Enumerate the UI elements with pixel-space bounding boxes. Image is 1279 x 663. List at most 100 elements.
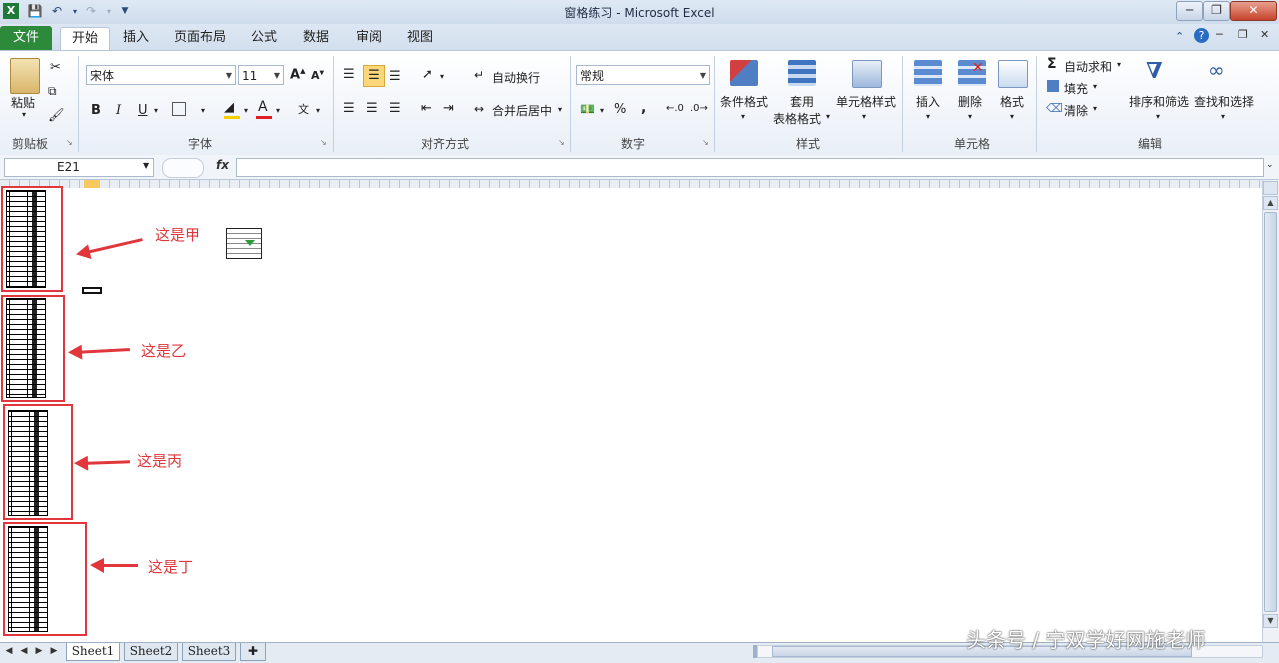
doc-close-icon[interactable]: ✕: [1260, 28, 1269, 41]
paste-dropdown-icon[interactable]: ▾: [22, 110, 26, 119]
align-top-icon[interactable]: ☰: [343, 67, 355, 82]
tab-view[interactable]: 视图: [400, 27, 440, 49]
borders-dropdown-icon[interactable]: ▾: [201, 106, 205, 115]
align-center-icon[interactable]: ☰: [366, 101, 378, 116]
increase-decimal-icon[interactable]: ←.0: [666, 103, 684, 114]
percent-button[interactable]: %: [614, 102, 626, 117]
borders-icon[interactable]: [172, 102, 186, 116]
insert-dropdown-icon[interactable]: ▾: [926, 112, 930, 121]
insert-function-icon[interactable]: fx: [216, 158, 229, 172]
tab-data[interactable]: 数据: [296, 27, 336, 49]
selected-column-header[interactable]: [84, 180, 100, 188]
italic-button[interactable]: I: [116, 103, 121, 118]
align-left-icon[interactable]: ☰: [343, 101, 355, 116]
decrease-decimal-icon[interactable]: .0→: [690, 103, 708, 114]
split-box-icon[interactable]: [1263, 181, 1278, 195]
sort-filter-icon[interactable]: ∇: [1146, 58, 1163, 84]
sheet-tab-sheet3[interactable]: Sheet3: [182, 643, 236, 661]
number-launcher-icon[interactable]: ↘: [702, 138, 709, 147]
small-table-object[interactable]: [226, 228, 262, 259]
name-box[interactable]: E21: [4, 158, 154, 177]
fill-button[interactable]: 填充: [1064, 80, 1088, 97]
currency-icon[interactable]: 💵: [580, 102, 595, 116]
sheet-tab-sheet1[interactable]: Sheet1: [66, 643, 120, 661]
clear-button[interactable]: 清除: [1064, 102, 1088, 119]
wrap-text-button[interactable]: 自动换行: [492, 69, 540, 86]
minimize-ribbon-icon[interactable]: ⌃: [1175, 30, 1184, 43]
cell-styles-dropdown-icon[interactable]: ▾: [862, 112, 866, 121]
find-select-button[interactable]: 查找和选择: [1194, 93, 1254, 110]
conditional-dropdown-icon[interactable]: ▾: [741, 112, 745, 121]
fill-down-icon[interactable]: [1047, 80, 1059, 92]
tab-home[interactable]: 开始: [60, 27, 110, 50]
wrap-text-icon[interactable]: ↵: [474, 68, 484, 82]
format-as-table-dropdown-icon[interactable]: ▾: [826, 112, 830, 121]
tab-review[interactable]: 审阅: [349, 27, 389, 49]
fill-color-icon[interactable]: ◢: [224, 100, 234, 115]
paste-icon[interactable]: [10, 58, 40, 94]
alignment-launcher-icon[interactable]: ↘: [558, 138, 565, 147]
phonetic-icon[interactable]: 文: [298, 101, 309, 117]
format-as-table-line1[interactable]: 套用: [790, 93, 814, 110]
tab-page-layout[interactable]: 页面布局: [170, 27, 230, 49]
first-sheet-icon[interactable]: ◀: [4, 645, 14, 657]
delete-cells-button[interactable]: 删除: [958, 93, 982, 110]
format-dropdown-icon[interactable]: ▾: [1010, 112, 1014, 121]
merge-center-icon[interactable]: ↔: [474, 102, 484, 116]
restore-button[interactable]: ❐: [1203, 1, 1230, 21]
insert-cells-icon[interactable]: [914, 60, 942, 86]
autosum-dropdown-icon[interactable]: ▾: [1117, 60, 1121, 69]
bold-button[interactable]: B: [91, 103, 101, 118]
number-format-combo[interactable]: 常规 ▼: [576, 65, 710, 85]
find-select-dropdown-icon[interactable]: ▾: [1221, 112, 1225, 121]
conditional-formatting-button[interactable]: 条件格式: [720, 93, 768, 110]
sort-filter-button[interactable]: 排序和筛选: [1129, 93, 1189, 110]
fill-dropdown-icon[interactable]: ▾: [1093, 82, 1097, 91]
prev-sheet-icon[interactable]: ◀: [19, 645, 29, 657]
align-bottom-icon[interactable]: ☰: [389, 69, 401, 84]
eraser-icon[interactable]: ⌫: [1046, 101, 1063, 115]
align-right-icon[interactable]: ☰: [389, 101, 401, 116]
delete-dropdown-icon[interactable]: ▾: [968, 112, 972, 121]
fill-color-dropdown-icon[interactable]: ▾: [244, 106, 248, 115]
formula-input[interactable]: [236, 158, 1264, 177]
phonetic-dropdown-icon[interactable]: ▾: [316, 106, 320, 115]
help-icon[interactable]: ?: [1194, 28, 1209, 43]
scroll-down-button[interactable]: ▼: [1263, 614, 1278, 628]
format-cells-button[interactable]: 格式: [1000, 93, 1024, 110]
font-launcher-icon[interactable]: ↘: [320, 138, 327, 147]
next-sheet-icon[interactable]: ▶: [34, 645, 44, 657]
cut-icon[interactable]: ✂: [50, 60, 61, 75]
orientation-dropdown-icon[interactable]: ▾: [440, 72, 444, 81]
font-color-dropdown-icon[interactable]: ▾: [276, 106, 280, 115]
font-size-combo[interactable]: 11 ▼: [238, 65, 284, 85]
clipboard-launcher-icon[interactable]: ↘: [66, 138, 73, 147]
expand-formula-bar-icon[interactable]: ⌄: [1266, 160, 1274, 170]
grow-font-button[interactable]: A▲: [290, 67, 305, 82]
comma-button[interactable]: ,: [641, 100, 646, 116]
vertical-scroll-thumb[interactable]: [1264, 212, 1277, 612]
format-as-table-line2[interactable]: 表格格式: [773, 110, 821, 127]
conditional-formatting-icon[interactable]: [730, 60, 758, 86]
font-name-combo[interactable]: 宋体 ▼: [86, 65, 236, 85]
scroll-up-button[interactable]: ▲: [1263, 196, 1278, 210]
underline-button[interactable]: U: [138, 103, 148, 118]
formula-bar-expander[interactable]: [162, 158, 204, 178]
merge-dropdown-icon[interactable]: ▾: [558, 105, 562, 114]
format-cells-icon[interactable]: [998, 60, 1028, 88]
small-shape-object[interactable]: [82, 287, 102, 294]
cell-styles-icon[interactable]: [852, 60, 882, 88]
clear-dropdown-icon[interactable]: ▾: [1093, 104, 1097, 113]
minimize-button[interactable]: ─: [1176, 1, 1203, 21]
increase-indent-icon[interactable]: ⇥: [443, 101, 454, 116]
insert-sheet-icon[interactable]: ✚: [240, 643, 266, 661]
doc-restore-icon[interactable]: ❐: [1238, 28, 1248, 41]
format-as-table-icon[interactable]: [788, 60, 816, 86]
currency-dropdown-icon[interactable]: ▾: [600, 106, 604, 115]
last-sheet-icon[interactable]: ▶: [49, 645, 59, 657]
binoculars-icon[interactable]: ∞: [1208, 58, 1225, 82]
sort-filter-dropdown-icon[interactable]: ▾: [1156, 112, 1160, 121]
autosum-icon[interactable]: Σ: [1047, 56, 1057, 72]
shrink-font-button[interactable]: A▼: [311, 69, 324, 82]
tab-formulas[interactable]: 公式: [244, 27, 284, 49]
